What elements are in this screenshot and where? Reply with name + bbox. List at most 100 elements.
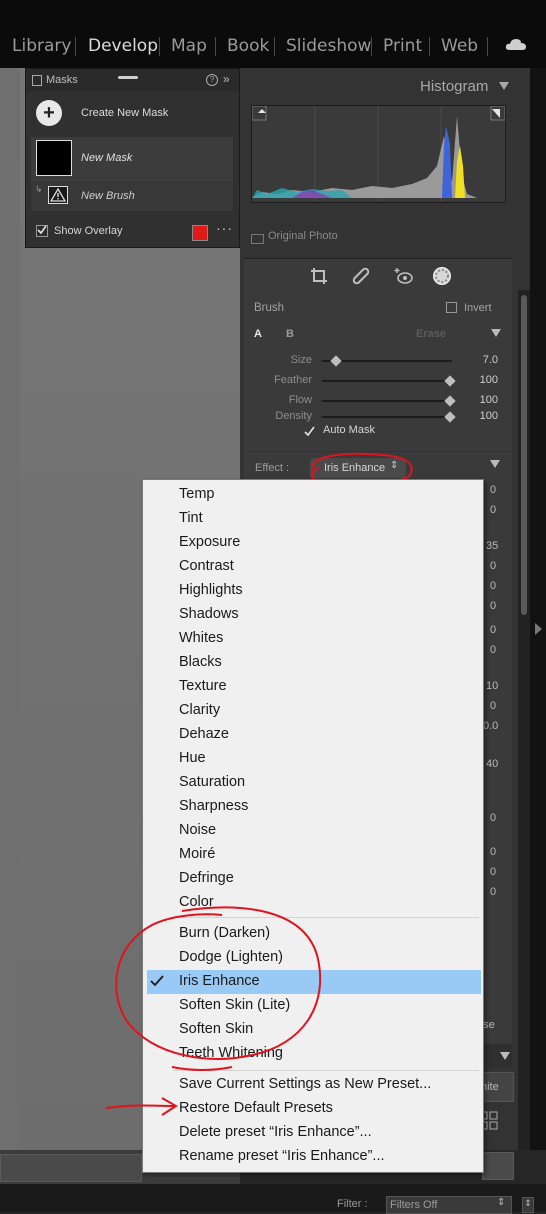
brush-panel: Brush Invert A B Erase Size 7.0 Feather 100… — [244, 293, 512, 451]
module-slideshow[interactable]: Slideshow — [286, 36, 371, 56]
auto-mask-checkbox[interactable] — [304, 424, 315, 437]
drag-handle-icon[interactable] — [118, 76, 138, 79]
menu-item-shadows[interactable]: Shadows — [179, 606, 239, 622]
menu-item-temp[interactable]: Temp — [179, 486, 214, 502]
cloud-icon[interactable] — [505, 37, 527, 51]
module-develop[interactable]: Develop — [88, 36, 158, 56]
menu-item-hue[interactable]: Hue — [179, 750, 206, 766]
sub-mask-arrow-icon: ↳ — [35, 184, 43, 194]
menu-item-save-current-settings-as-new-preset[interactable]: Save Current Settings as New Preset... — [179, 1076, 431, 1092]
slider-label-density: Density — [275, 410, 312, 422]
adjustment-value[interactable]: 0 — [490, 886, 496, 898]
histogram-header[interactable]: Histogram — [244, 72, 512, 98]
invert-label: Invert — [464, 302, 492, 314]
adjustment-value[interactable]: 40 — [486, 758, 498, 770]
slider-knob-flow[interactable] — [444, 395, 456, 407]
slider-track-flow[interactable] — [322, 400, 452, 402]
mask-row-new-brush[interactable]: ↳ New Brush — [31, 181, 233, 211]
module-book[interactable]: Book — [227, 36, 269, 56]
slider-track-density[interactable] — [322, 416, 452, 418]
help-icon[interactable]: ? — [206, 74, 218, 86]
toolbar-button[interactable] — [0, 1154, 142, 1182]
slider-knob-density[interactable] — [444, 411, 456, 423]
menu-item-contrast[interactable]: Contrast — [179, 558, 234, 574]
filter-value: Filters Off — [390, 1199, 438, 1211]
create-new-mask-button[interactable]: Create New Mask — [81, 107, 168, 119]
reset-button[interactable] — [482, 1152, 514, 1180]
slider-value-flow[interactable]: 100 — [468, 394, 498, 406]
menu-item-whites[interactable]: Whites — [179, 630, 223, 646]
module-web[interactable]: Web — [441, 36, 478, 56]
scrollbar-thumb[interactable] — [521, 295, 527, 615]
slider-value-density[interactable]: 100 — [468, 410, 498, 422]
slider-track-feather[interactable] — [322, 380, 452, 382]
red-eye-icon[interactable] — [394, 267, 414, 285]
menu-item-clarity[interactable]: Clarity — [179, 702, 220, 718]
slider-value-size[interactable]: 7.0 — [468, 354, 498, 366]
module-separator — [487, 37, 488, 56]
overlay-color-swatch[interactable] — [192, 225, 208, 241]
masking-icon[interactable] — [432, 266, 452, 286]
menu-item-texture[interactable]: Texture — [179, 678, 227, 694]
healing-icon[interactable] — [352, 267, 370, 285]
menu-item-rename-preset-iris-enhance[interactable]: Rename preset “Iris Enhance”... — [179, 1148, 385, 1164]
menu-item-exposure[interactable]: Exposure — [179, 534, 240, 550]
brush-collapse-icon[interactable] — [491, 329, 501, 337]
collapse-triangle-icon[interactable] — [499, 82, 509, 90]
module-print[interactable]: Print — [383, 36, 422, 56]
menu-item-dehaze[interactable]: Dehaze — [179, 726, 229, 742]
menu-item-moir[interactable]: Moiré — [179, 846, 215, 862]
panel-expand-arrow-icon[interactable] — [535, 623, 542, 635]
module-map[interactable]: Map — [171, 36, 207, 56]
slider-knob-feather[interactable] — [444, 375, 456, 387]
menu-item-tint[interactable]: Tint — [179, 510, 203, 526]
filter-select[interactable]: Filters Off ⇕ — [386, 1196, 512, 1214]
menu-item-blacks[interactable]: Blacks — [179, 654, 222, 670]
masks-header[interactable]: Masks ? » — [26, 69, 239, 91]
original-photo-icon — [251, 234, 264, 244]
updown-icon: ⇕ — [497, 1197, 506, 1208]
menu-item-saturation[interactable]: Saturation — [179, 774, 245, 790]
mask-row-new-mask[interactable]: New Mask — [31, 137, 233, 181]
menu-item-restore-default-presets[interactable]: Restore Default Presets — [179, 1100, 333, 1116]
adjustment-value[interactable]: 0 — [490, 624, 496, 636]
menu-item-sharpness[interactable]: Sharpness — [179, 798, 248, 814]
brush-tab-a[interactable]: A — [254, 328, 262, 340]
menu-item-delete-preset-iris-enhance[interactable]: Delete preset “Iris Enhance”... — [179, 1124, 372, 1140]
menu-item-noise[interactable]: Noise — [179, 822, 216, 838]
adjustment-value[interactable]: 0 — [490, 700, 496, 712]
module-library[interactable]: Library — [12, 36, 71, 56]
histogram-title: Histogram — [420, 78, 489, 95]
slider-value-feather[interactable]: 100 — [468, 374, 498, 386]
adjustment-value[interactable]: 35 — [486, 540, 498, 552]
adjustment-value[interactable]: 0 — [490, 644, 496, 656]
adjustment-value[interactable]: 0 — [490, 504, 496, 516]
adjustment-value[interactable]: 0 — [490, 812, 496, 824]
collapse-icon[interactable]: » — [223, 72, 230, 86]
slider-knob-size[interactable] — [330, 355, 342, 367]
filter-lock-icon[interactable]: ⇕ — [522, 1197, 534, 1213]
mask-thumbnail — [36, 140, 72, 176]
adjustment-value[interactable]: 0 — [490, 600, 496, 612]
collapse-triangle-icon[interactable] — [500, 1052, 510, 1060]
adjustment-value[interactable]: 10 — [486, 680, 498, 692]
menu-item-highlights[interactable]: Highlights — [179, 582, 243, 598]
adjustment-value[interactable]: 0 — [490, 560, 496, 572]
more-options-icon[interactable]: ··· — [216, 220, 233, 236]
create-mask-plus-icon[interactable]: + — [36, 100, 62, 126]
adjustment-value[interactable]: 0.0 — [483, 720, 498, 732]
show-overlay-checkbox[interactable] — [36, 225, 48, 237]
adjustment-value[interactable]: 0 — [490, 580, 496, 592]
brush-tab-b[interactable]: B — [286, 328, 294, 340]
effect-collapse-icon[interactable] — [490, 460, 500, 468]
mask-name: New Mask — [81, 152, 133, 164]
histogram[interactable] — [251, 105, 506, 203]
menu-item-defringe[interactable]: Defringe — [179, 870, 234, 886]
crop-icon[interactable] — [310, 267, 328, 285]
invert-checkbox[interactable] — [446, 302, 457, 313]
brush-tab-erase[interactable]: Erase — [416, 328, 446, 340]
adjustment-value[interactable]: 0 — [490, 866, 496, 878]
adjustment-value[interactable]: 0 — [490, 484, 496, 496]
adjustment-value[interactable]: 0 — [490, 846, 496, 858]
module-bar: Library Develop Map Book Slideshow Print… — [0, 0, 546, 68]
